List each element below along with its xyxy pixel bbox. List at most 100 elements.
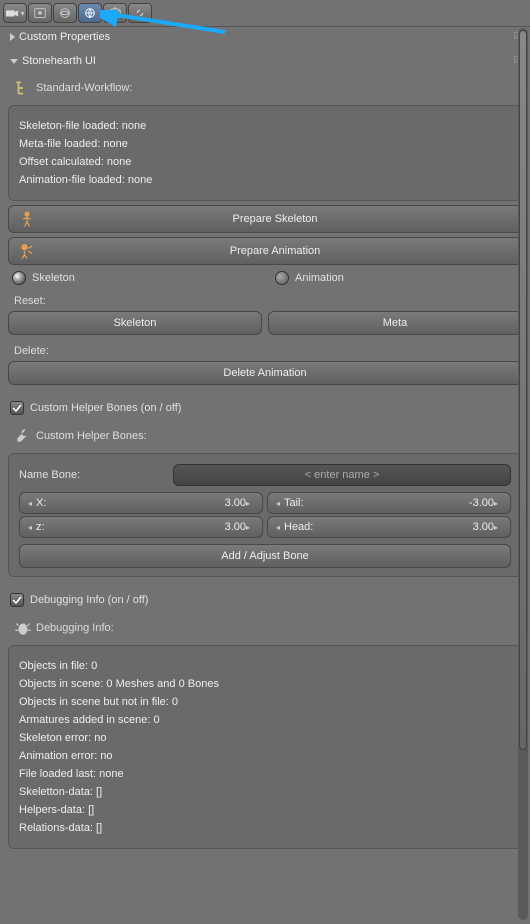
add-adjust-bone-button[interactable]: Add / Adjust Bone — [19, 544, 511, 568]
debug-line: Relations-data: [] — [19, 822, 511, 834]
radio-label: Skeleton — [32, 272, 75, 284]
animation-icon — [17, 243, 37, 259]
checkbox-label: Debugging Info (on / off) — [30, 594, 148, 606]
checkbox-label: Custom Helper Bones (on / off) — [30, 402, 181, 414]
scene-icon — [58, 6, 72, 20]
field-value: 3.00 — [313, 521, 494, 533]
bug-icon — [14, 619, 32, 637]
camera-icon — [5, 6, 19, 20]
button-label: Prepare Animation — [37, 245, 513, 257]
panel-custom-properties-header[interactable]: Custom Properties ⠿ — [8, 27, 522, 47]
radio-dot-icon — [12, 271, 26, 285]
link-icon — [133, 6, 147, 20]
check-icon — [12, 595, 22, 605]
collapse-triangle-icon — [10, 33, 15, 41]
helper-bones-checkbox[interactable] — [10, 401, 24, 415]
armature-icon — [17, 211, 37, 227]
tail-field[interactable]: ◂Tail:-3.00▸ — [267, 492, 511, 514]
debug-line: File loaded last: none — [19, 768, 511, 780]
dropdown-caret-icon: ▾ — [20, 9, 24, 18]
radio-dot-icon — [275, 271, 289, 285]
prepare-animation-button[interactable]: Prepare Animation — [8, 237, 522, 265]
bone-name-input[interactable]: < enter name > — [173, 464, 511, 486]
button-label: Add / Adjust Bone — [28, 550, 502, 562]
reset-label: Reset: — [8, 291, 522, 311]
tab-scene[interactable] — [53, 3, 77, 23]
render-icon — [33, 6, 47, 20]
offset-status: Offset calculated: none — [19, 156, 511, 168]
scrollbar-thumb[interactable] — [519, 30, 527, 750]
chevron-left-icon: ◂ — [276, 499, 284, 508]
meta-file-status: Meta-file loaded: none — [19, 138, 511, 150]
radio-label: Animation — [295, 272, 344, 284]
bone-name-row: Name Bone: < enter name > — [19, 464, 511, 486]
helper-bones-section-header: Custom Helper Bones: — [8, 423, 522, 449]
mode-radio-group: Skeleton Animation — [12, 271, 518, 285]
workflow-status-box: Skeleton-file loaded: none Meta-file loa… — [8, 105, 522, 201]
button-label: Meta — [277, 317, 513, 329]
helper-bones-toggle-row: Custom Helper Bones (on / off) — [8, 395, 522, 421]
header-tab-bar: ▾ — [0, 0, 530, 27]
tab-object[interactable] — [103, 3, 127, 23]
debug-toggle-row: Debugging Info (on / off) — [8, 587, 522, 613]
reset-skeleton-button[interactable]: Skeleton — [8, 311, 262, 335]
chevron-left-icon: ◂ — [28, 523, 36, 532]
button-label: Skeleton — [17, 317, 253, 329]
x-field[interactable]: ◂X:3.00▸ — [19, 492, 263, 514]
check-icon — [12, 403, 22, 413]
debug-info-box: Objects in file: 0 Objects in scene: 0 M… — [8, 645, 522, 849]
debug-section-header: Debugging Info: — [8, 615, 522, 641]
field-label: Head: — [284, 521, 313, 533]
button-label: Delete Animation — [17, 367, 513, 379]
cube-icon — [108, 6, 122, 20]
editor-type-selector[interactable]: ▾ — [3, 3, 27, 23]
delete-animation-button[interactable]: Delete Animation — [8, 361, 522, 385]
panel-title: Custom Properties — [19, 31, 110, 43]
field-label: Tail: — [284, 497, 304, 509]
xz-tail-row: ◂X:3.00▸ ◂Tail:-3.00▸ — [19, 492, 511, 514]
debug-line: Animation error: no — [19, 750, 511, 762]
debug-line: Objects in scene but not in file: 0 — [19, 696, 511, 708]
section-label: Debugging Info: — [36, 622, 114, 634]
debug-line: Skeleton error: no — [19, 732, 511, 744]
field-value: 3.00 — [45, 521, 246, 533]
z-head-row: ◂z:3.00▸ ◂Head:3.00▸ — [19, 516, 511, 538]
debug-line: Helpers-data: [] — [19, 804, 511, 816]
head-field[interactable]: ◂Head:3.00▸ — [267, 516, 511, 538]
collapse-triangle-icon — [10, 59, 18, 64]
chevron-right-icon: ▸ — [494, 523, 502, 532]
field-value: 3.00 — [46, 497, 246, 509]
animation-file-status: Animation-file loaded: none — [19, 174, 511, 186]
debug-line: Skeletton-data: [] — [19, 786, 511, 798]
helper-bones-box: Name Bone: < enter name > ◂X:3.00▸ ◂Tail… — [8, 453, 522, 577]
chevron-right-icon: ▸ — [246, 499, 254, 508]
tab-render[interactable] — [28, 3, 52, 23]
panel-stonehearth-body: Standard-Workflow: Skeleton-file loaded:… — [8, 71, 522, 861]
prepare-skeleton-button[interactable]: Prepare Skeleton — [8, 205, 522, 233]
reset-meta-button[interactable]: Meta — [268, 311, 522, 335]
button-label: Prepare Skeleton — [37, 213, 513, 225]
wrench-icon — [14, 427, 32, 445]
debug-line: Armatures added in scene: 0 — [19, 714, 511, 726]
tree-icon — [14, 79, 32, 97]
debug-line: Objects in scene: 0 Meshes and 0 Bones — [19, 678, 511, 690]
placeholder-text: < enter name > — [305, 469, 380, 481]
delete-label: Delete: — [8, 341, 522, 361]
debug-line: Objects in file: 0 — [19, 660, 511, 672]
skeleton-file-status: Skeleton-file loaded: none — [19, 120, 511, 132]
field-label: X: — [36, 497, 46, 509]
reset-buttons-row: Skeleton Meta — [8, 311, 522, 335]
tab-constraints[interactable] — [128, 3, 152, 23]
world-icon — [83, 6, 97, 20]
field-label: z: — [36, 521, 45, 533]
vertical-scrollbar[interactable] — [518, 28, 528, 920]
debug-checkbox[interactable] — [10, 593, 24, 607]
field-value: -3.00 — [304, 497, 494, 509]
radio-skeleton[interactable]: Skeleton — [12, 271, 255, 285]
z-field[interactable]: ◂z:3.00▸ — [19, 516, 263, 538]
radio-animation[interactable]: Animation — [275, 271, 518, 285]
chevron-right-icon: ▸ — [494, 499, 502, 508]
tab-world[interactable] — [78, 3, 102, 23]
panel-stonehearth-header[interactable]: Stonehearth UI ⠿ — [8, 51, 522, 71]
workflow-header-label: Standard-Workflow: — [36, 82, 132, 94]
